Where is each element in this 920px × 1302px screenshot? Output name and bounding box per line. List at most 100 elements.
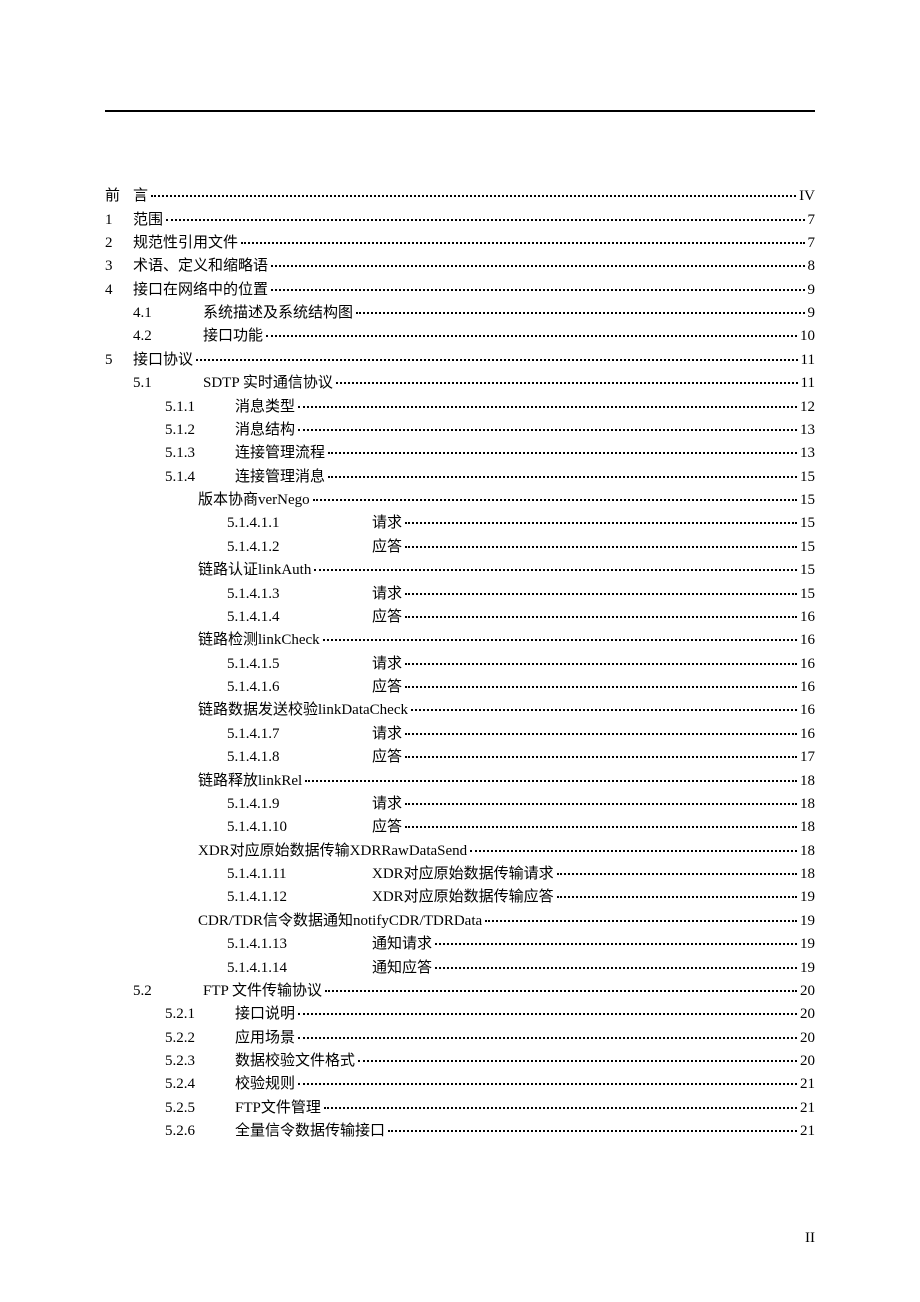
toc-entry[interactable]: 版本协商verNego15: [105, 489, 815, 512]
toc-entry[interactable]: 5.1.4.1.14通知应答19: [105, 956, 815, 979]
toc-entry[interactable]: 5.1.4.1.1请求15: [105, 512, 815, 535]
toc-entry[interactable]: 5.1.4.1.10应答18: [105, 816, 815, 839]
dot-leader: [470, 850, 797, 852]
toc-entry[interactable]: 链路认证linkAuth15: [105, 559, 815, 582]
toc-entry-number: 2: [105, 236, 133, 251]
dot-leader: [388, 1130, 797, 1132]
toc-entry-page: 13: [800, 423, 815, 438]
toc-entry-number: 5.1.4.1.7: [227, 727, 372, 742]
dot-leader: [324, 1107, 797, 1109]
toc-entry-number: 5.1.4.1.8: [227, 750, 372, 765]
toc-entry-number: 5.1.4.1.3: [227, 587, 372, 602]
toc-entry[interactable]: 5.1.4.1.8应答17: [105, 746, 815, 769]
dot-leader: [405, 826, 797, 828]
toc-entry-number: 5.2.6: [165, 1124, 235, 1139]
toc-entry[interactable]: 链路释放linkRel 18: [105, 769, 815, 792]
toc-entry-page: 11: [801, 376, 815, 391]
toc-entry[interactable]: 5.1.4.1.5请求16: [105, 653, 815, 676]
dot-leader: [271, 289, 804, 291]
dot-leader: [328, 452, 797, 454]
toc-entry[interactable]: 1范围 7: [105, 208, 815, 231]
toc-entry[interactable]: 5.2FTP 文件传输协议20: [105, 980, 815, 1003]
toc-entry[interactable]: 前言IV: [105, 185, 815, 208]
toc-entry-page: 15: [800, 563, 815, 578]
toc-entry-number: 5: [105, 353, 133, 368]
toc-entry-number: 5.1.4.1.12: [227, 890, 372, 905]
page-number: II: [805, 1230, 815, 1247]
toc-entry[interactable]: 链路检测linkCheck16: [105, 629, 815, 652]
toc-entry[interactable]: 5.1.4.1.3请求15: [105, 582, 815, 605]
dot-leader: [405, 616, 797, 618]
toc-entry[interactable]: 5.1.4连接管理消息15: [105, 466, 815, 489]
toc-entry-title: 链路释放linkRel: [198, 774, 302, 789]
toc-entry[interactable]: 5.1.4.1.9请求18: [105, 793, 815, 816]
toc-entry-number: 前: [105, 189, 133, 204]
dot-leader: [405, 593, 797, 595]
toc-entry[interactable]: 4.2接口功能10: [105, 325, 815, 348]
toc-entry-page: 13: [800, 446, 815, 461]
toc-entry-title: 请求: [372, 516, 402, 531]
dot-leader: [435, 967, 797, 969]
dot-leader: [305, 780, 797, 782]
toc-entry[interactable]: 5.1.4.1.12XDR对应原始数据传输应答19: [105, 886, 815, 909]
toc-entry-page: 9: [808, 283, 816, 298]
toc-entry-page: 7: [808, 213, 816, 228]
toc-entry-page: 16: [800, 610, 815, 625]
toc-entry[interactable]: 5.2.6全量信令数据传输接口21: [105, 1120, 815, 1143]
toc-entry[interactable]: 链路数据发送校验linkDataCheck16: [105, 699, 815, 722]
toc-entry[interactable]: 5.1.2消息结构13: [105, 419, 815, 442]
toc-entry[interactable]: 4接口在网络中的位置9: [105, 279, 815, 302]
toc-entry-page: 21: [800, 1077, 815, 1092]
toc-entry[interactable]: CDR/TDR信令数据通知notifyCDR/TDRData19: [105, 910, 815, 933]
toc-entry[interactable]: 5.1.4.1.7请求16: [105, 723, 815, 746]
toc-entry[interactable]: 5.1.3连接管理流程13: [105, 442, 815, 465]
toc-entry[interactable]: 5.1.4.1.13通知请求19: [105, 933, 815, 956]
dot-leader: [241, 242, 804, 244]
page: 前言IV1范围72规范性引用文件73术语、定义和缩略语84接口在网络中的位置94…: [0, 0, 920, 1302]
toc-entry-page: 18: [800, 774, 815, 789]
toc-entry[interactable]: 5.1.4.1.6应答16: [105, 676, 815, 699]
toc-entry[interactable]: 5接口协议11: [105, 349, 815, 372]
toc-entry-title: 连接管理消息: [235, 470, 325, 485]
toc-entry[interactable]: 5.1.4.1.11XDR对应原始数据传输请求18: [105, 863, 815, 886]
toc-entry-page: 16: [800, 680, 815, 695]
toc-entry-number: 1: [105, 213, 133, 228]
toc-entry[interactable]: 5.1.4.1.2应答15: [105, 536, 815, 559]
toc-entry-title: 数据校验文件格式: [235, 1054, 355, 1069]
toc-entry[interactable]: 5.1SDTP 实时通信协议11: [105, 372, 815, 395]
toc-entry[interactable]: 4.1系统描述及系统结构图9: [105, 302, 815, 325]
toc-entry-number: 5.1.4.1.11: [227, 867, 372, 882]
dot-leader: [358, 1060, 797, 1062]
toc-entry[interactable]: 5.2.3数据校验文件格式20: [105, 1050, 815, 1073]
toc-entry[interactable]: 5.1.4.1.4应答16: [105, 606, 815, 629]
toc-entry-number: 4.1: [133, 306, 203, 321]
dot-leader: [298, 1037, 797, 1039]
toc-entry[interactable]: 5.2.4校验规则21: [105, 1073, 815, 1096]
dot-leader: [266, 335, 797, 337]
toc-entry[interactable]: 2规范性引用文件7: [105, 232, 815, 255]
toc-entry-number: 5.2.3: [165, 1054, 235, 1069]
toc-entry-title: 范围: [133, 213, 163, 228]
toc-entry-title: 术语、定义和缩略语: [133, 259, 268, 274]
toc-entry-title: 通知应答: [372, 961, 432, 976]
toc-entry[interactable]: XDR对应原始数据传输XDRRawDataSend18: [105, 840, 815, 863]
toc-entry-page: 16: [800, 703, 815, 718]
dot-leader: [298, 406, 797, 408]
toc-entry-page: 16: [800, 657, 815, 672]
dot-leader: [557, 873, 797, 875]
toc-entry[interactable]: 5.2.2应用场景20: [105, 1027, 815, 1050]
toc-entry-title: SDTP 实时通信协议: [203, 376, 333, 391]
toc-entry[interactable]: 5.1.1消息类型12: [105, 395, 815, 418]
top-rule: [105, 110, 815, 112]
toc-entry-page: 19: [800, 914, 815, 929]
toc-entry-page: 11: [801, 353, 815, 368]
dot-leader: [314, 569, 797, 571]
toc-entry-page: 20: [800, 984, 815, 999]
dot-leader: [411, 709, 797, 711]
toc-entry[interactable]: 5.2.1接口说明20: [105, 1003, 815, 1026]
toc-entry[interactable]: 5.2.5FTP文件管理21: [105, 1097, 815, 1120]
dot-leader: [298, 1013, 797, 1015]
table-of-contents: 前言IV1范围72规范性引用文件73术语、定义和缩略语84接口在网络中的位置94…: [105, 185, 815, 1143]
toc-entry[interactable]: 3术语、定义和缩略语8: [105, 255, 815, 278]
toc-entry-page: 15: [800, 470, 815, 485]
